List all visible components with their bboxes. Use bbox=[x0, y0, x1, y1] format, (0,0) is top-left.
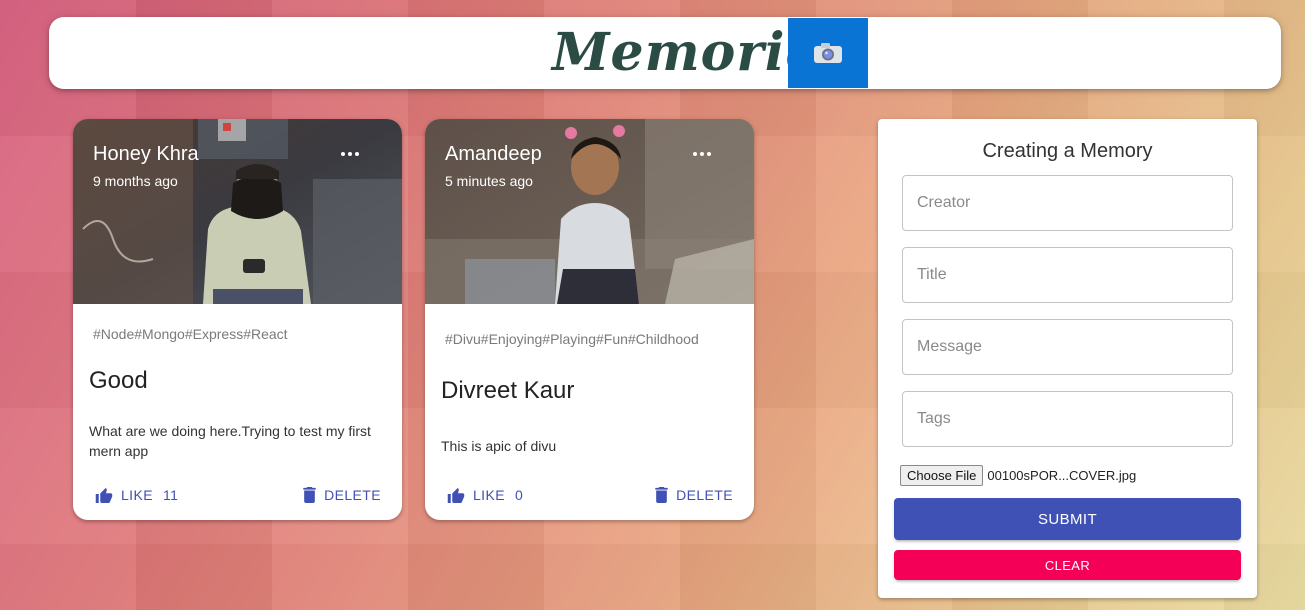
like-button[interactable]: LIKE 0 bbox=[447, 484, 523, 506]
card-actions: LIKE 11 DELETE bbox=[73, 484, 402, 506]
message-input[interactable] bbox=[902, 319, 1233, 375]
post-time: 5 minutes ago bbox=[445, 173, 533, 189]
post-author: Amandeep bbox=[445, 143, 542, 165]
clear-button[interactable]: CLEAR bbox=[894, 550, 1241, 580]
logo-image bbox=[788, 18, 868, 88]
app-bar: Memories bbox=[49, 17, 1281, 89]
memory-card: Honey Khra 9 months ago #Node#Mongo#Expr… bbox=[73, 119, 402, 520]
memory-image: Honey Khra 9 months ago bbox=[73, 119, 402, 304]
card-actions: LIKE 0 DELETE bbox=[425, 484, 754, 506]
trash-icon bbox=[303, 487, 316, 503]
like-button[interactable]: LIKE 11 bbox=[95, 484, 178, 506]
post-message: This is apic of divu bbox=[441, 438, 557, 454]
thumb-up-icon bbox=[95, 487, 113, 503]
delete-label: DELETE bbox=[324, 487, 381, 503]
more-horizontal-icon bbox=[693, 152, 711, 156]
like-label: LIKE bbox=[121, 487, 153, 503]
post-message: What are we doing here.Trying to test my… bbox=[89, 423, 371, 459]
post-tags: #Divu#Enjoying#Playing#Fun#Childhood bbox=[445, 331, 699, 347]
like-count: 0 bbox=[514, 487, 524, 503]
delete-label: DELETE bbox=[676, 487, 733, 503]
trash-icon bbox=[655, 487, 668, 503]
submit-button[interactable]: SUBMIT bbox=[894, 498, 1241, 540]
like-count: 11 bbox=[162, 487, 179, 503]
memory-card: Amandeep 5 minutes ago #Divu#Enjoying#Pl… bbox=[425, 119, 754, 520]
post-tags: #Node#Mongo#Express#React bbox=[93, 326, 288, 342]
delete-button[interactable]: DELETE bbox=[655, 484, 733, 506]
post-author: Honey Khra bbox=[93, 143, 199, 165]
post-time: 9 months ago bbox=[93, 173, 178, 189]
form-heading: Creating a Memory bbox=[982, 140, 1153, 162]
like-label: LIKE bbox=[473, 487, 505, 503]
memory-form: Creating a Memory Choose File 00100sPOR.… bbox=[878, 119, 1257, 598]
more-horizontal-icon bbox=[341, 152, 359, 156]
title-input[interactable] bbox=[902, 247, 1233, 303]
post-title: Good bbox=[89, 367, 148, 394]
camera-icon bbox=[814, 43, 842, 63]
tags-input[interactable] bbox=[902, 391, 1233, 447]
more-options-button[interactable] bbox=[339, 146, 361, 162]
file-input: Choose File 00100sPOR...COVER.jpg bbox=[900, 465, 1136, 486]
more-options-button[interactable] bbox=[691, 146, 713, 162]
file-name: 00100sPOR...COVER.jpg bbox=[987, 468, 1137, 483]
post-title: Divreet Kaur bbox=[441, 377, 575, 404]
choose-file-button[interactable]: Choose File bbox=[900, 465, 984, 486]
memory-image: Amandeep 5 minutes ago bbox=[425, 119, 754, 304]
delete-button[interactable]: DELETE bbox=[303, 484, 381, 506]
creator-input[interactable] bbox=[902, 175, 1233, 231]
thumb-up-icon bbox=[447, 487, 465, 503]
